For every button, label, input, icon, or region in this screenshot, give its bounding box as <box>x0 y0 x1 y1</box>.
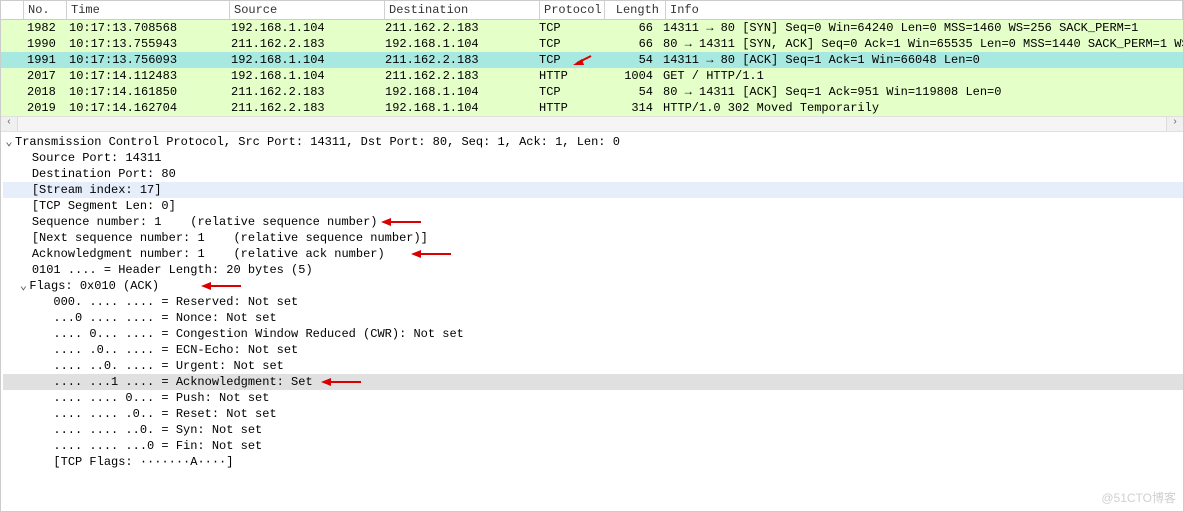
annotation-arrow-icon <box>573 53 593 67</box>
col-source[interactable]: Source <box>230 1 385 19</box>
detail-flag-line[interactable]: .... 0... .... = Congestion Window Reduc… <box>3 326 1183 342</box>
col-length[interactable]: Length <box>605 1 666 19</box>
col-no[interactable]: No. <box>24 1 67 19</box>
cell-no: 2018 <box>23 84 65 100</box>
detail-flag-line[interactable]: .... .... .0.. = Reset: Not set <box>3 406 1183 422</box>
cell-destination: 192.168.1.104 <box>381 100 535 116</box>
cell-destination: 192.168.1.104 <box>381 84 535 100</box>
cell-no: 2017 <box>23 68 65 84</box>
cell-destination: 211.162.2.183 <box>381 68 535 84</box>
detail-flag-line[interactable]: .... ..0. .... = Urgent: Not set <box>3 358 1183 374</box>
cell-length: 1004 <box>599 68 659 84</box>
watermark-text: @51CTO博客 <box>1101 489 1176 506</box>
cell-no: 1982 <box>23 20 65 36</box>
cell-length: 54 <box>599 52 659 68</box>
horizontal-scrollbar[interactable]: ‹ › <box>1 116 1183 132</box>
col-time[interactable]: Time <box>67 1 230 19</box>
detail-source-port[interactable]: Source Port: 14311 <box>3 150 1183 166</box>
cell-time: 10:17:13.755943 <box>65 36 227 52</box>
col-info[interactable]: Info <box>666 1 1183 19</box>
annotation-arrow-icon <box>411 247 451 261</box>
detail-header-length[interactable]: 0101 .... = Header Length: 20 bytes (5) <box>3 262 1183 278</box>
cell-destination: 211.162.2.183 <box>381 20 535 36</box>
scroll-left-button[interactable]: ‹ <box>1 117 18 131</box>
packet-row[interactable]: 201810:17:14.161850211.162.2.183192.168.… <box>1 84 1183 100</box>
annotation-arrow-icon <box>201 279 241 293</box>
packet-row[interactable]: 201910:17:14.162704211.162.2.183192.168.… <box>1 100 1183 116</box>
packet-details-pane[interactable]: ⌄Transmission Control Protocol, Src Port… <box>1 132 1183 511</box>
cell-source: 192.168.1.104 <box>227 20 381 36</box>
cell-no: 2019 <box>23 100 65 116</box>
col-protocol[interactable]: Protocol <box>540 1 605 19</box>
detail-next-seq[interactable]: [Next sequence number: 1 (relative seque… <box>3 230 1183 246</box>
cell-length: 314 <box>599 100 659 116</box>
cell-info: 14311 → 80 [ACK] Seq=1 Ack=1 Win=66048 L… <box>659 52 1183 68</box>
cell-protocol: HTTP <box>535 100 599 116</box>
packet-row[interactable]: 198210:17:13.708568192.168.1.104211.162.… <box>1 20 1183 36</box>
cell-time: 10:17:14.161850 <box>65 84 227 100</box>
cell-source: 192.168.1.104 <box>227 68 381 84</box>
cell-protocol: TCP <box>535 36 599 52</box>
cell-length: 66 <box>599 36 659 52</box>
annotation-arrow-icon <box>321 375 361 389</box>
chevron-down-icon[interactable]: ⌄ <box>3 134 15 150</box>
cell-protocol: TCP <box>535 20 599 36</box>
detail-tcp-flags[interactable]: [TCP Flags: ·······A····] <box>3 454 1183 470</box>
cell-time: 10:17:14.112483 <box>65 68 227 84</box>
detail-dest-port[interactable]: Destination Port: 80 <box>3 166 1183 182</box>
scroll-right-button[interactable]: › <box>1166 117 1183 131</box>
detail-flag-line[interactable]: .... .... ...0 = Fin: Not set <box>3 438 1183 454</box>
cell-destination: 211.162.2.183 <box>381 52 535 68</box>
annotation-arrow-icon <box>381 215 421 229</box>
cell-time: 10:17:14.162704 <box>65 100 227 116</box>
cell-length: 54 <box>599 84 659 100</box>
cell-time: 10:17:13.756093 <box>65 52 227 68</box>
cell-no: 1991 <box>23 52 65 68</box>
cell-time: 10:17:13.708568 <box>65 20 227 36</box>
detail-flag-line[interactable]: .... .... 0... = Push: Not set <box>3 390 1183 406</box>
cell-info: 14311 → 80 [SYN] Seq=0 Win=64240 Len=0 M… <box>659 20 1183 36</box>
packet-row[interactable]: 199010:17:13.755943211.162.2.183192.168.… <box>1 36 1183 52</box>
detail-flags-header[interactable]: ⌄Flags: 0x010 (ACK) <box>3 278 1183 294</box>
detail-flag-line[interactable]: ...0 .... .... = Nonce: Not set <box>3 310 1183 326</box>
cell-info: 80 → 14311 [ACK] Seq=1 Ack=951 Win=11980… <box>659 84 1183 100</box>
detail-sequence-number[interactable]: Sequence number: 1 (relative sequence nu… <box>3 214 1183 230</box>
cell-source: 211.162.2.183 <box>227 100 381 116</box>
detail-segment-len[interactable]: [TCP Segment Len: 0] <box>3 198 1183 214</box>
cell-length: 66 <box>599 20 659 36</box>
detail-flag-line[interactable]: .... .... ..0. = Syn: Not set <box>3 422 1183 438</box>
detail-stream-index[interactable]: [Stream index: 17] <box>3 182 1183 198</box>
col-destination[interactable]: Destination <box>385 1 540 19</box>
cell-destination: 192.168.1.104 <box>381 36 535 52</box>
detail-flag-line[interactable]: 000. .... .... = Reserved: Not set <box>3 294 1183 310</box>
packet-list-header: No. Time Source Destination Protocol Len… <box>1 1 1183 20</box>
cell-source: 211.162.2.183 <box>227 84 381 100</box>
packet-list-pane[interactable]: No. Time Source Destination Protocol Len… <box>1 1 1183 116</box>
detail-ack-number[interactable]: Acknowledgment number: 1 (relative ack n… <box>3 246 1183 262</box>
detail-root[interactable]: ⌄Transmission Control Protocol, Src Port… <box>3 134 1183 150</box>
cell-info: HTTP/1.0 302 Moved Temporarily <box>659 100 1183 116</box>
cell-protocol: TCP <box>535 84 599 100</box>
cell-no: 1990 <box>23 36 65 52</box>
cell-source: 211.162.2.183 <box>227 36 381 52</box>
cell-source: 192.168.1.104 <box>227 52 381 68</box>
cell-info: GET / HTTP/1.1 <box>659 68 1183 84</box>
detail-flag-line[interactable]: .... .0.. .... = ECN-Echo: Not set <box>3 342 1183 358</box>
cell-info: 80 → 14311 [SYN, ACK] Seq=0 Ack=1 Win=65… <box>659 36 1183 52</box>
chevron-down-icon[interactable]: ⌄ <box>17 278 29 294</box>
detail-flag-line[interactable]: .... ...1 .... = Acknowledgment: Set <box>3 374 1183 390</box>
